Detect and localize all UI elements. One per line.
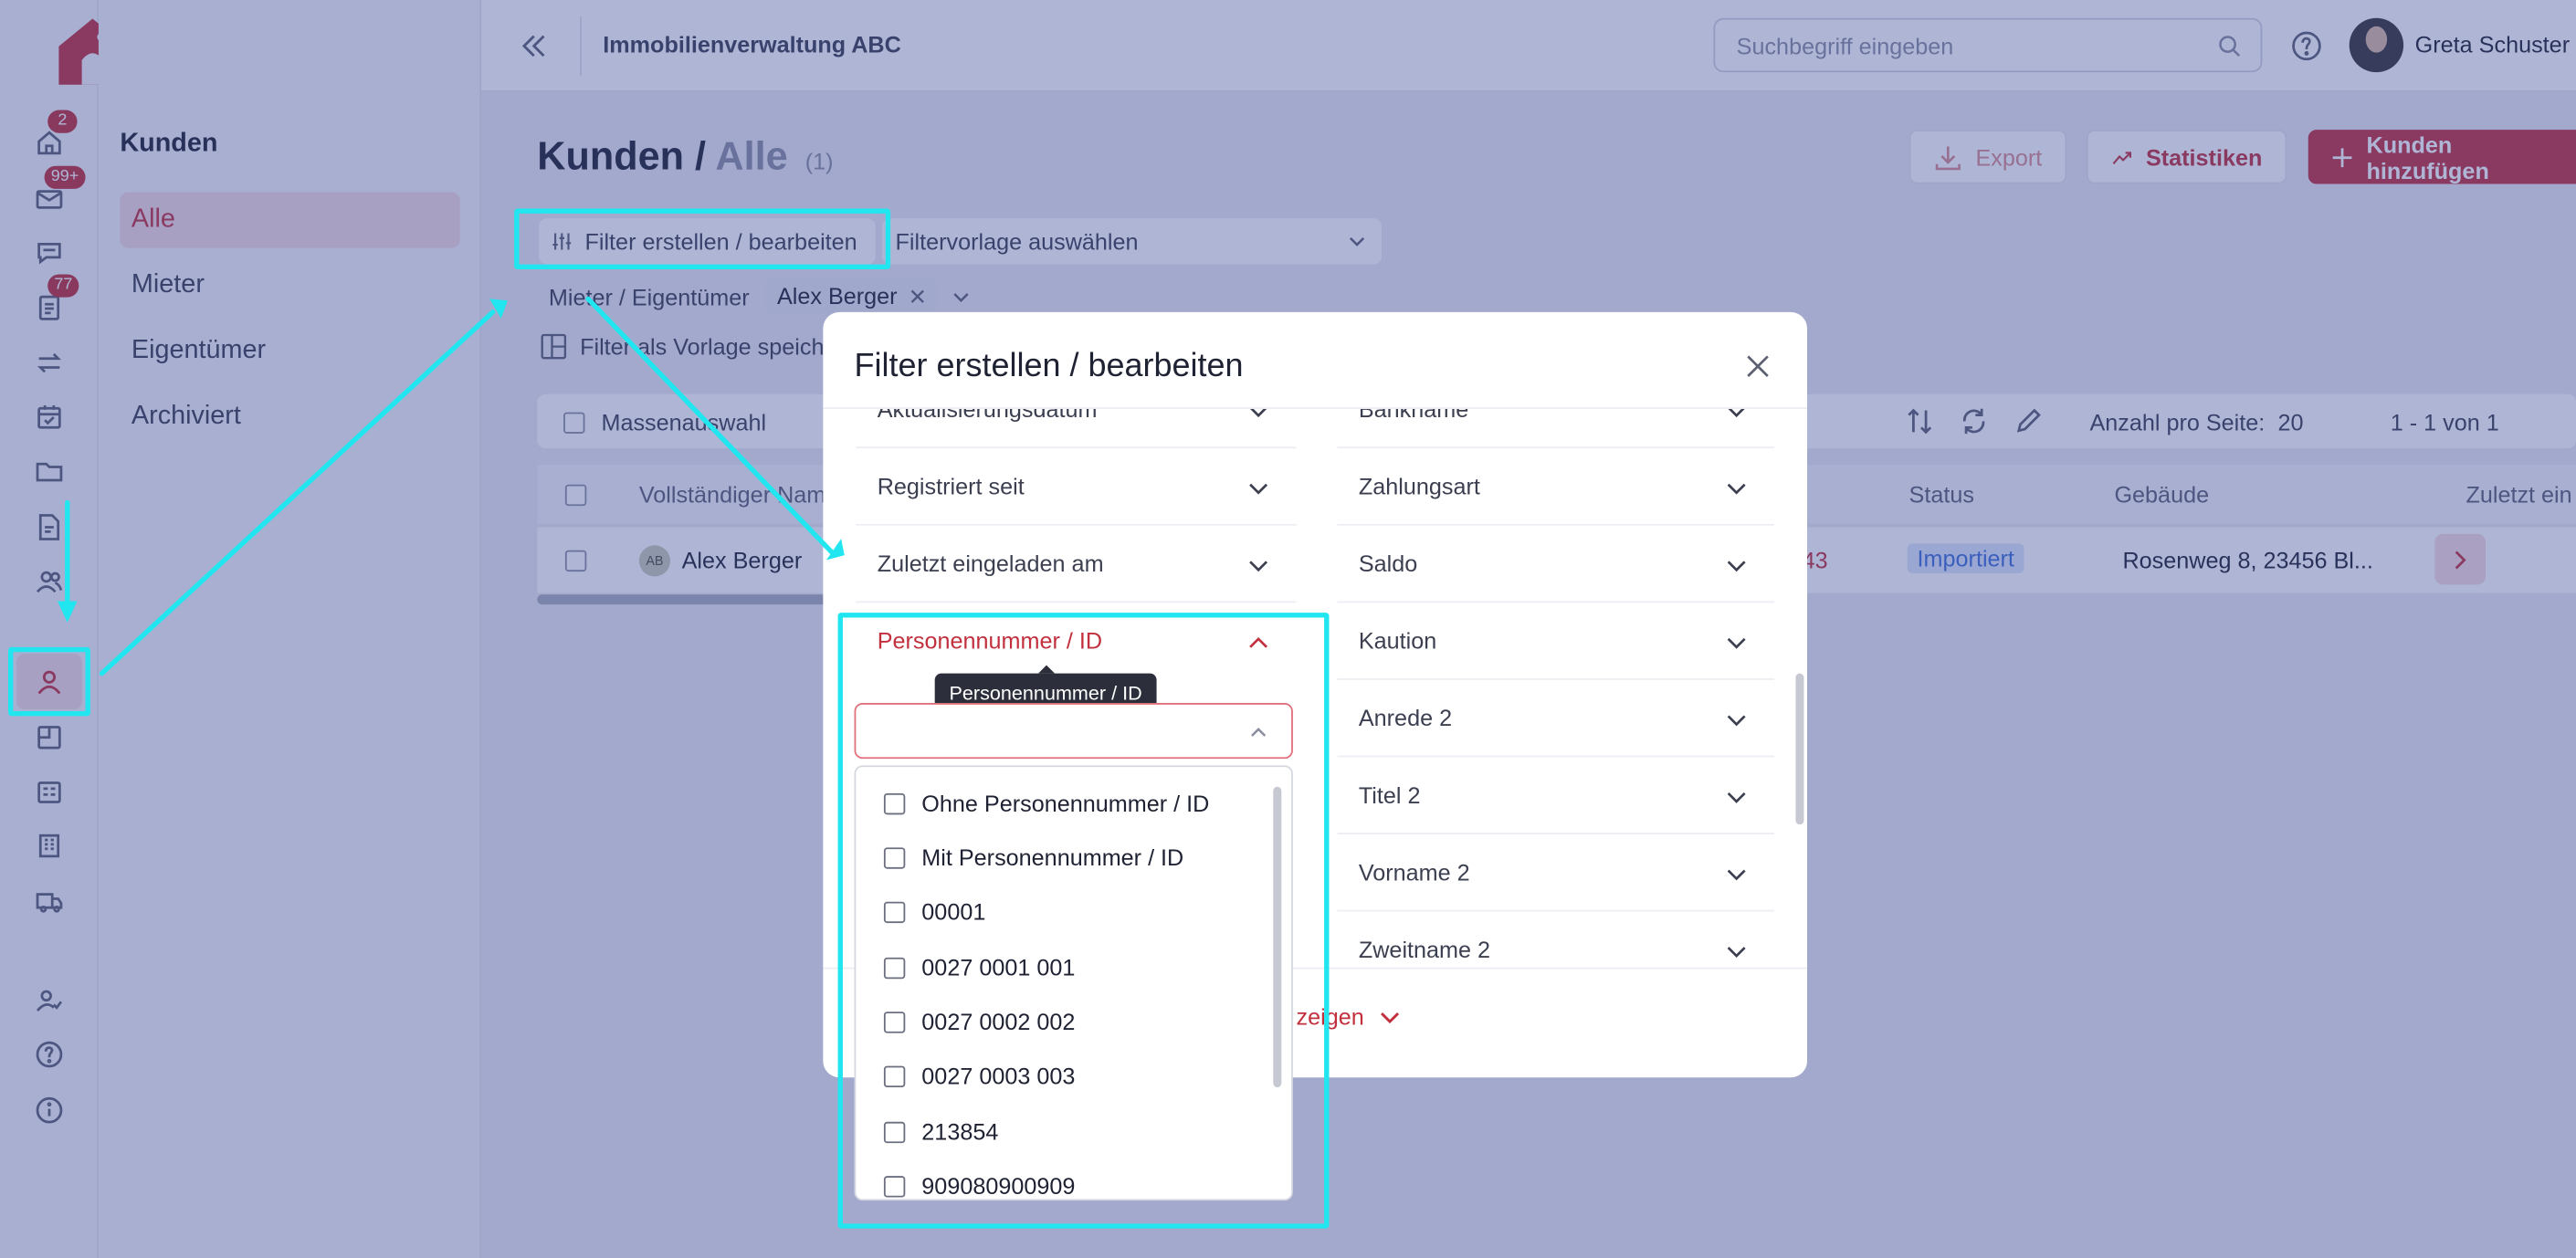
chevron-down-icon [1727, 869, 1746, 881]
chevron-down-icon [1249, 483, 1268, 495]
filter-field-label: Bankname [1358, 408, 1469, 423]
modal-title: Filter erstellen / bearbeiten [854, 348, 1244, 384]
filter-field-label: Aktualisierungsdatum [877, 408, 1098, 423]
modal-scrollbar[interactable] [1795, 673, 1804, 825]
chevron-down-icon [1727, 715, 1746, 727]
highlight-user-nav [7, 646, 90, 717]
filter-field-saldo[interactable]: Saldo [1337, 526, 1775, 603]
filter-field-label: Titel 2 [1358, 781, 1421, 809]
chevron-down-icon [1249, 561, 1268, 572]
filter-field-label: Registriert seit [877, 473, 1025, 499]
highlight-personennummer [837, 613, 1330, 1229]
chevron-down-icon [1728, 408, 1745, 418]
filter-field-label: Vorname 2 [1358, 858, 1470, 886]
filter-field-kaution[interactable]: Kaution [1337, 603, 1775, 680]
close-icon[interactable] [1745, 353, 1772, 380]
filter-field-label: Kaution [1358, 627, 1437, 655]
filter-field-zuletzt-eingeladen[interactable]: Zuletzt eingeladen am [856, 526, 1297, 603]
filter-field-aktualisierungsdatum[interactable]: Aktualisierungsdatum [856, 408, 1297, 449]
filter-field-zweitname-2[interactable]: Zweitname 2 [1337, 912, 1774, 968]
filter-field-zahlungsart[interactable]: Zahlungsart [1337, 448, 1775, 526]
chevron-down-icon [1250, 408, 1267, 418]
filter-field-vorname-2[interactable]: Vorname 2 [1337, 834, 1775, 912]
filter-field-anrede-2[interactable]: Anrede 2 [1337, 680, 1775, 758]
chevron-down-icon [1381, 1012, 1400, 1023]
filter-field-registriert-seit[interactable]: Registriert seit [856, 448, 1297, 526]
chevron-down-icon [1727, 561, 1746, 572]
filter-field-titel-2[interactable]: Titel 2 [1337, 757, 1775, 834]
filter-field-label: Zahlungsart [1358, 473, 1480, 499]
filter-field-label: Anrede 2 [1358, 704, 1453, 731]
chevron-down-icon [1727, 947, 1746, 958]
filter-field-label: Saldo [1358, 550, 1418, 577]
filter-field-label: Zuletzt eingeladen am [877, 550, 1104, 577]
filter-field-label: Zweitname 2 [1358, 936, 1491, 963]
filter-field-bankname[interactable]: Bankname [1337, 408, 1775, 449]
chevron-down-icon [1727, 483, 1746, 495]
highlight-filter-button [514, 208, 891, 270]
chevron-down-icon [1727, 637, 1746, 649]
chevron-down-icon [1727, 792, 1746, 803]
